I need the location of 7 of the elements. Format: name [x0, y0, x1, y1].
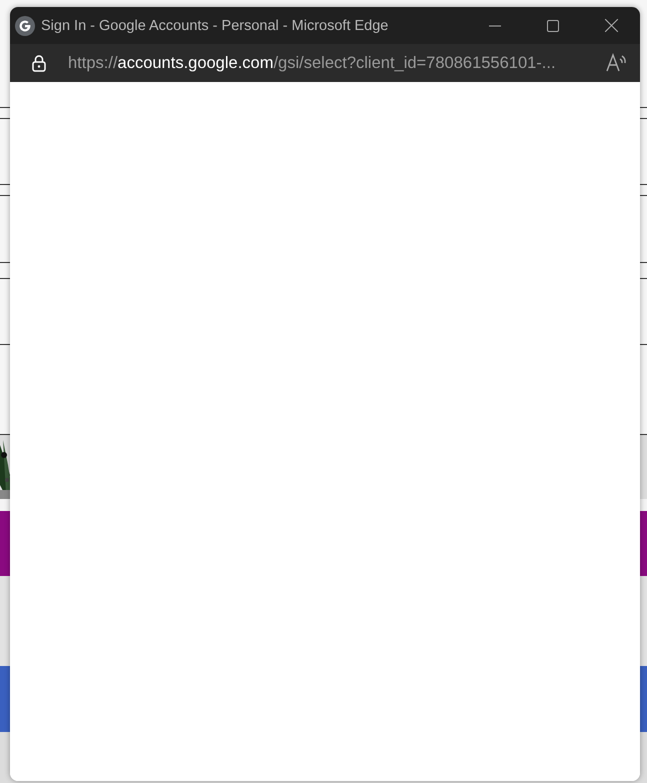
maximize-icon	[547, 20, 559, 32]
address-url: https://accounts.google.com/gsi/select?client_id=780861556101-...	[68, 54, 557, 72]
close-icon	[604, 19, 618, 32]
lock-icon	[32, 54, 46, 72]
google-logo-icon	[15, 16, 35, 36]
window-title: Sign In - Google Accounts - Personal - Microsoft Edge	[41, 18, 390, 34]
read-aloud-icon	[606, 53, 628, 73]
